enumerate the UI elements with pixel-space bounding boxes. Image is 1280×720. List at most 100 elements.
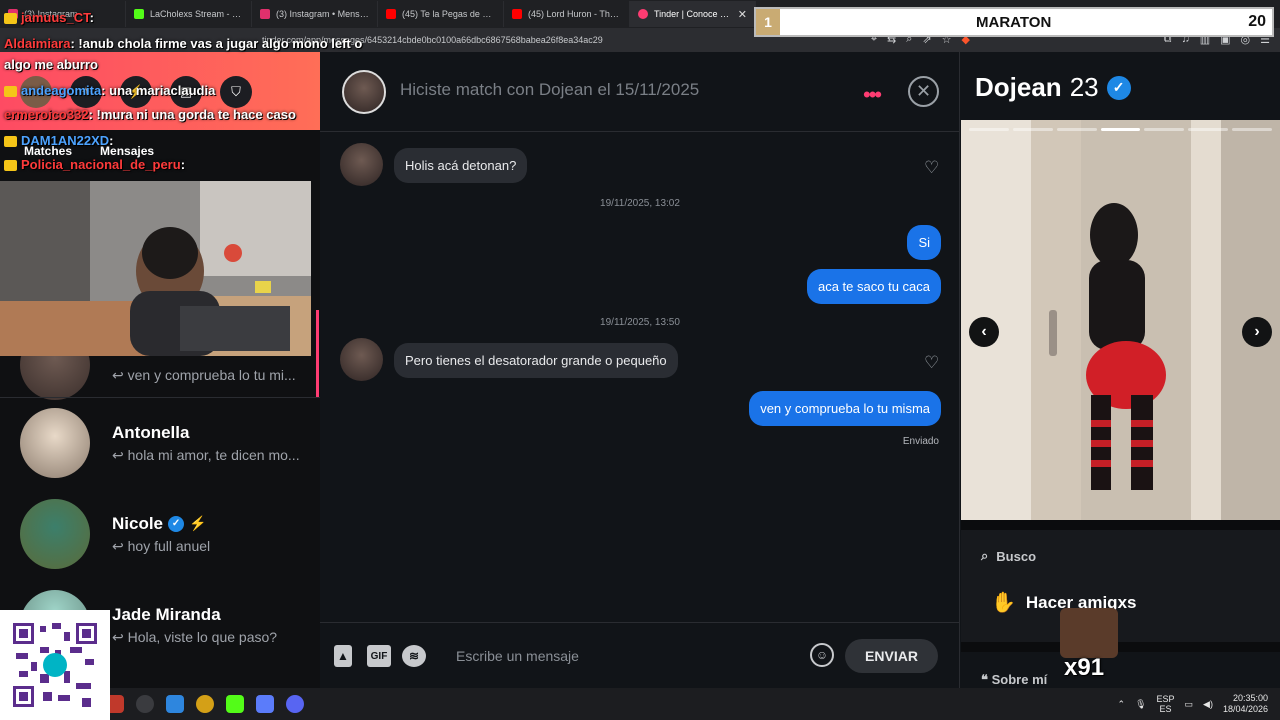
clock-time: 20:35:00 — [1232, 693, 1268, 703]
chat-line: DAM1AN22XD: — [4, 133, 113, 148]
sent-status: Enviado — [902, 436, 939, 447]
clock[interactable]: 20:35:00 18/04/2026 — [1223, 693, 1268, 715]
browser-tab[interactable]: (45) Te la Pegas de Sana - — [378, 1, 504, 27]
chat-line: algo me aburro — [4, 57, 98, 72]
message-composer: ▲ GIF ≋ Escribe un mensaje ☺ ENVIAR — [320, 622, 960, 688]
chat-text: : — [109, 133, 114, 148]
browser-tab[interactable]: (45) Lord Huron - The Nig — [504, 1, 630, 27]
app-icon[interactable] — [196, 695, 214, 713]
webcam-overlay — [0, 181, 311, 356]
next-photo-button[interactable]: › — [1242, 317, 1272, 347]
divider — [0, 397, 320, 398]
looking-for-section: ⌕ Busco ✋ Hacer amigxs — [961, 530, 1280, 642]
maraton-count: 20 — [1248, 13, 1266, 30]
profile-panel: Dojean 23 ✓ ‹ › ⌕ Busco ✋ Hacer amigxs ❝… — [961, 52, 1280, 688]
chat-user: ermeroico332 — [4, 107, 89, 122]
microphone-icon[interactable]: 🎙 — [1135, 699, 1146, 710]
contact-card-icon[interactable]: ▲ — [334, 645, 352, 667]
conversation-name-row: Nicole ✓ ⚡ — [112, 514, 308, 534]
emoji-icon[interactable]: ☺ — [810, 643, 834, 667]
active-conversation-marker — [316, 310, 319, 398]
browser-tab[interactable]: LaCholexs Stream - Watch — [126, 1, 252, 27]
photo-indicator-bar[interactable] — [1100, 128, 1141, 131]
language-top: ESP — [1156, 694, 1175, 704]
conversation-name: Nicole — [112, 513, 164, 533]
message-timestamp: 19/11/2025, 13:02 — [600, 198, 680, 209]
chat-user: Aldaimiara — [4, 36, 71, 51]
message-bubble-outgoing: Si — [907, 225, 941, 260]
maraton-rank: 1 — [756, 9, 780, 35]
previous-photo-button[interactable]: ‹ — [969, 317, 999, 347]
tab-label: LaCholexs Stream - Watch — [150, 9, 243, 19]
chat-text: : !anub chola firme vas a jugar algo mon… — [70, 36, 363, 51]
app-icon[interactable] — [256, 695, 274, 713]
screen: (3) Instagram LaCholexs Stream - Watch (… — [0, 0, 1280, 720]
profile-age: 23 — [1069, 72, 1099, 102]
meme-sticker: x91 — [1060, 608, 1120, 684]
chat-header: Hiciste match con Dojean el 15/11/2025 •… — [320, 52, 960, 132]
kick-icon[interactable] — [226, 695, 244, 713]
chat-text: : — [180, 157, 186, 172]
message-bubble-incoming: Holis acá detonan? — [394, 148, 528, 183]
conversation-item[interactable]: Nicole ✓ ⚡ ↩ hoy full anuel — [20, 499, 316, 569]
chat-text: : una mariaclaudia — [101, 83, 216, 98]
close-icon[interactable]: ✕ — [908, 76, 939, 107]
message-timestamp: 19/11/2025, 13:50 — [600, 317, 680, 328]
profile-photo[interactable]: ‹ › — [961, 120, 1280, 520]
network-icon[interactable]: ▭ — [1185, 699, 1194, 710]
message-input[interactable]: Escribe un mensaje — [456, 648, 579, 664]
sticker-face-image — [1060, 608, 1118, 658]
photo-indicator-bar[interactable] — [969, 128, 1009, 131]
maraton-overlay: 1 MARATON 20 — [754, 7, 1274, 37]
photo-indicator-bar[interactable] — [1144, 128, 1185, 131]
instagram-icon — [260, 9, 270, 19]
tab-label: (3) Instagram • Mensajes — [276, 9, 369, 19]
spotify-icon[interactable]: ≋ — [402, 645, 426, 667]
like-heart-icon[interactable]: ♡ — [924, 158, 939, 178]
system-tray: ⌃ 🎙 ESP ES ▭ ◀) 20:35:00 18/04/2026 — [1118, 693, 1268, 715]
app-icon[interactable] — [166, 695, 184, 713]
conversation-name: Jade Miranda — [112, 604, 221, 624]
tab-label: Tinder | Conoce amig — [654, 9, 732, 19]
photo-indicator-bar[interactable] — [1232, 128, 1273, 131]
taskbar: ⌃ 🎙 ESP ES ▭ ◀) 20:35:00 18/04/2026 — [0, 688, 1280, 720]
message-bubble-outgoing: ven y comprueba lo tu misma — [749, 391, 941, 426]
photo-indicator — [969, 128, 1273, 132]
taskbar-apps — [106, 695, 304, 713]
sticker-text: x91 — [1064, 654, 1105, 681]
gif-button[interactable]: GIF — [367, 645, 391, 667]
discord-icon[interactable] — [286, 695, 304, 713]
photo-indicator-bar[interactable] — [1056, 128, 1097, 131]
chat-line: Aldaimiara: !anub chola firme vas a juga… — [4, 36, 362, 51]
photo-indicator-bar[interactable] — [1188, 128, 1229, 131]
boost-bolt-icon: ⚡ — [189, 515, 207, 531]
message-bubble-incoming: Pero tienes el desatorador grande o pequ… — [394, 343, 678, 378]
looking-for-label-row: ⌕ Busco — [981, 548, 1036, 564]
conversation-item[interactable]: Antonella ↩ hola mi amor, te dicen mo... — [20, 408, 316, 478]
close-tab-icon[interactable]: ✕ — [738, 8, 747, 21]
youtube-icon — [512, 9, 522, 19]
browser-tab-active[interactable]: Tinder | Conoce amig ✕ — [630, 1, 756, 27]
more-options-icon[interactable]: ••• — [863, 82, 882, 108]
chevron-up-icon[interactable]: ⌃ — [1118, 699, 1126, 710]
avatar[interactable] — [342, 70, 386, 114]
avatar — [340, 338, 383, 381]
app-icon[interactable] — [136, 695, 154, 713]
profile-photo-image — [961, 120, 1280, 520]
volume-icon[interactable]: ◀) — [1203, 699, 1213, 710]
language-indicator[interactable]: ESP ES — [1157, 694, 1175, 714]
shield-icon[interactable]: ⛉ — [220, 76, 252, 108]
browser-tab[interactable]: (3) Instagram • Mensajes — [252, 1, 378, 27]
send-button[interactable]: ENVIAR — [845, 639, 938, 673]
verified-badge-icon: ✓ — [168, 515, 185, 532]
chat-line: ermeroico332: !mura ni una gorda te hace… — [4, 107, 296, 122]
like-heart-icon[interactable]: ♡ — [924, 353, 939, 373]
verified-badge-icon: ✓ — [1106, 75, 1131, 100]
qr-code — [0, 610, 110, 720]
quote-icon: ❝ — [981, 672, 992, 687]
photo-indicator-bar[interactable] — [1012, 128, 1053, 131]
profile-name-row: Dojean 23 ✓ — [975, 72, 1131, 103]
chat-text: : — [89, 10, 94, 25]
tab-label: (45) Lord Huron - The Nig — [528, 9, 621, 19]
badge-icon — [4, 160, 17, 172]
